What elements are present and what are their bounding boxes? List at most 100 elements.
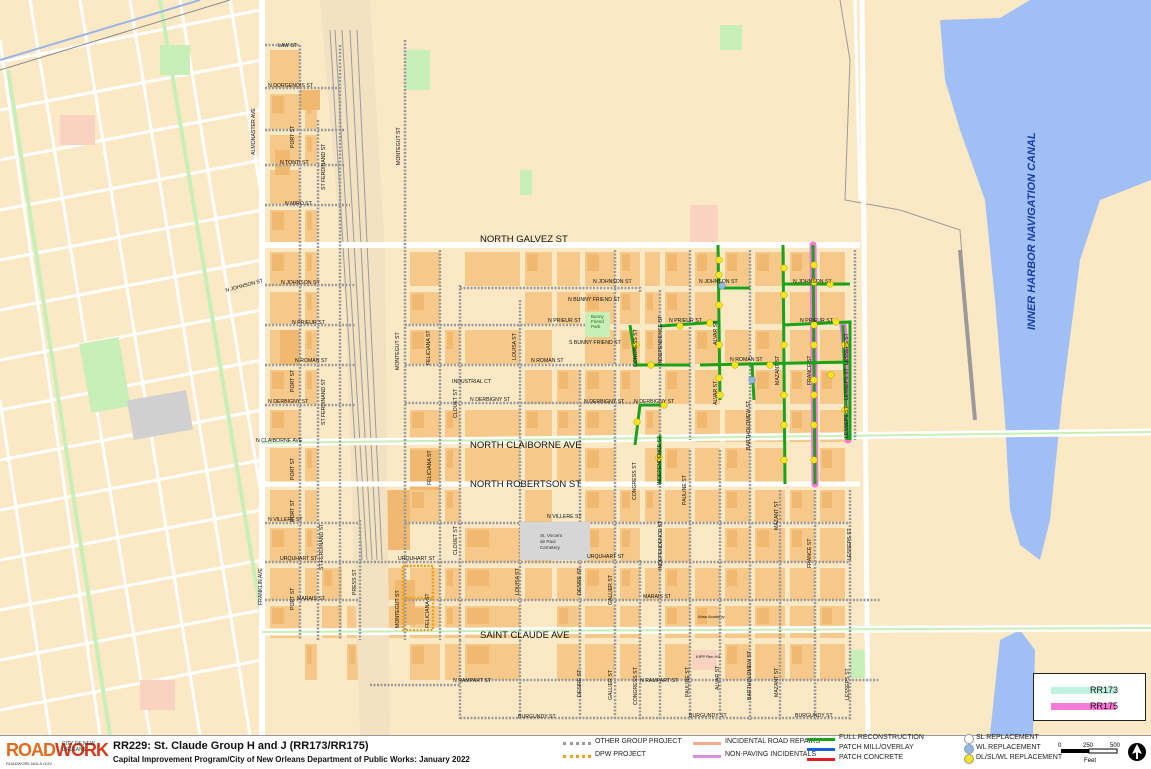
- label-derbigny2: N DERBIGNY ST: [470, 397, 511, 403]
- legend-line-icon: [563, 742, 591, 745]
- parcel-block: [755, 292, 785, 324]
- label-mazant2: MAZANT ST: [774, 500, 780, 530]
- dl-sl-wl-dot: [780, 456, 788, 464]
- parcel-block: [465, 252, 520, 286]
- parcel-building: [412, 492, 424, 508]
- parcel-building: [272, 530, 284, 547]
- label-lesseps3: LESSEPS ST: [844, 405, 850, 438]
- parcel-building: [272, 254, 284, 271]
- dl-sl-wl-dot: [715, 374, 723, 382]
- label-desire2: DESIRE ST: [577, 669, 583, 697]
- label-cloue1: CLOUET ST: [453, 388, 459, 418]
- legend-line-icon: [563, 755, 591, 758]
- label-independence1: INDEPENDENCE ST: [658, 315, 664, 365]
- parcel-building: [822, 608, 832, 624]
- parcel-building: [307, 372, 312, 389]
- label-roman3: N ROMAN ST: [730, 357, 763, 363]
- parcel-block: [665, 528, 690, 562]
- parcel-building: [527, 412, 538, 428]
- parcel-building: [757, 608, 769, 624]
- legend-label: DPW PROJECT: [595, 751, 646, 758]
- label-dorgenois: N DORGENOIS ST: [268, 83, 314, 89]
- label-bartholomew2: BARTHOLOMEW ST: [747, 650, 753, 700]
- parcel-building: [587, 492, 599, 508]
- label-almonaster: ALMONASTER AVE: [251, 108, 257, 155]
- parcel-block: [820, 644, 845, 680]
- parcel-block: [695, 490, 720, 522]
- map-sheet: NORTH GALVEZ ST NORTH CLAIBORNE AVE NORTH …: [0, 0, 1151, 769]
- wl-dot: [748, 376, 756, 384]
- label-port2: PORT ST: [290, 369, 296, 392]
- rr-legend: RR173 RR175: [1033, 673, 1146, 721]
- label-port5: PORT ST: [290, 587, 296, 610]
- parcel-building: [822, 492, 832, 508]
- parcel-building: [647, 492, 653, 508]
- parcel-building: [757, 254, 769, 271]
- parcel-building: [307, 530, 312, 547]
- north-arrow-icon: [1128, 743, 1146, 761]
- map-canvas[interactable]: NORTH GALVEZ ST NORTH CLAIBORNE AVE NORTH …: [0, 0, 1151, 735]
- label-press: PRESS ST: [352, 569, 358, 595]
- dl-sl-wl-dot: [715, 271, 723, 279]
- legend-label: SL REPLACEMENT: [976, 734, 1039, 741]
- legend-line-icon: [807, 748, 835, 751]
- footer: ROADWORK CITY OF NEW ORLEANS ROADWORK.NO…: [0, 734, 1151, 769]
- parcel-building: [697, 332, 707, 349]
- parcel-building: [412, 294, 424, 310]
- parcel-building: [447, 332, 453, 349]
- industrial-block: [300, 90, 320, 110]
- label-bunny1: N BUNNY FRIEND ST: [568, 297, 621, 303]
- label-prieur3: N PRIEUR ST: [669, 318, 703, 324]
- label-louisa2: LOUISA ST: [515, 567, 521, 595]
- label-urquhart3: URQUHART ST: [587, 554, 625, 560]
- label-gallier1: GALLIER ST: [608, 574, 614, 605]
- legend-line-icon: [807, 758, 835, 761]
- map-title: RR229: St. Claude Group H and J (RR173/R…: [113, 740, 369, 752]
- label-arise: Arise Academy: [698, 614, 725, 619]
- parcel-building: [307, 332, 312, 349]
- parcel-building: [272, 608, 284, 624]
- dl-sl-wl-dot: [810, 421, 818, 429]
- label-north-claiborne: NORTH CLAIBORNE AVE: [470, 440, 582, 451]
- label-louisa1: LOUISA ST: [512, 332, 518, 360]
- parcel-building: [307, 137, 312, 152]
- svg-text:500: 500: [1110, 743, 1121, 749]
- legend-dot-icon: [964, 734, 974, 744]
- label-lesseps5: LESSEPS ST: [845, 667, 851, 700]
- label-france1: FRANCE ST: [807, 355, 813, 385]
- dl-sl-wl-dot: [766, 361, 774, 369]
- parcel-building: [412, 412, 424, 428]
- parcel-block: [305, 490, 317, 522]
- label-derbigny1: N DERBIGNY ST: [268, 399, 309, 405]
- label-kipp: KIPP Ren HS: [696, 654, 720, 659]
- label-urquhart2: URQUHART ST: [398, 556, 436, 562]
- parcel-building: [272, 412, 284, 428]
- parcel-building: [792, 492, 802, 508]
- label-claiborne_w: N CLAIBORNE AVE: [256, 438, 303, 444]
- parcel-building: [667, 372, 677, 389]
- legend-dot-icon: [964, 754, 974, 764]
- parcel-building: [272, 372, 284, 389]
- label-congress1: CONGRESS ST: [633, 328, 639, 367]
- parcel-building: [272, 212, 284, 230]
- parcel-building: [792, 372, 802, 389]
- parcel-building: [527, 254, 538, 271]
- label-roman2: N ROMAN ST: [531, 358, 564, 364]
- kipp-school: [692, 650, 717, 670]
- parcel-building: [667, 608, 677, 624]
- label-marais2: MARAIS ST: [643, 594, 672, 600]
- school-west-1: [60, 115, 95, 145]
- parcel-block: [557, 252, 580, 286]
- label-miro: N MIRO ST: [285, 201, 313, 207]
- label-mazant1: MAZANT ST: [775, 355, 781, 385]
- parcel-building: [667, 254, 677, 271]
- label-north-galvez: NORTH GALVEZ ST: [480, 234, 568, 245]
- legend-label: DL/SL/WL REPLACEMENT: [976, 754, 1063, 761]
- parcel-building: [727, 450, 737, 468]
- label-ferdinand3: ST FERDINAND ST: [319, 523, 325, 570]
- parcel-building: [622, 570, 630, 586]
- svg-text:250: 250: [1083, 743, 1094, 749]
- label-feliciana2: FELICIANA ST: [427, 450, 433, 485]
- label-johnson1: N JOHNSON ST: [281, 280, 320, 286]
- label-saint-claude: SAINT CLAUDE AVE: [480, 630, 569, 641]
